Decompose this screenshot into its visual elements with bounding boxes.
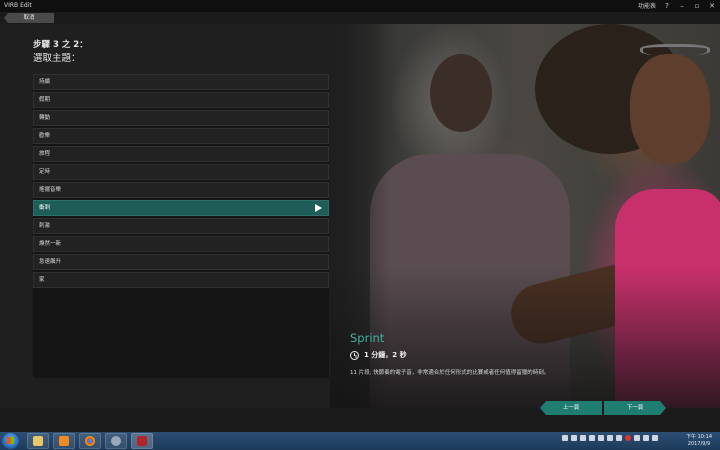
title-bar-controls: 功能表 ? – ▫ ✕ (638, 1, 716, 11)
theme-item[interactable]: 急速飆升 (33, 254, 329, 270)
theme-item[interactable]: 家 (33, 272, 329, 288)
minimize-icon[interactable]: – (678, 2, 686, 10)
theme-item-label: 定時 (39, 169, 51, 175)
cancel-button[interactable]: 取消 (4, 13, 54, 23)
folder-icon (33, 436, 43, 446)
runner-woman-headband (640, 44, 710, 56)
restore-icon[interactable]: ▫ (693, 2, 701, 10)
taskbar-media-player[interactable] (53, 433, 75, 449)
theme-item-label: 家 (39, 277, 45, 283)
network-icon[interactable] (643, 435, 649, 441)
bottom-nav-bar: 上一頁 下一頁 (0, 401, 720, 432)
system-tray (562, 435, 658, 441)
theme-item[interactable]: 轉動 (33, 110, 329, 126)
theme-item[interactable]: 歡樂 (33, 128, 329, 144)
theme-item-label: 急速飆升 (39, 259, 62, 265)
close-icon[interactable]: ✕ (708, 2, 716, 10)
theme-description: 11 片段, 快節奏的電子音，非常適合於任何形式的比賽或者任何值得留獵的時刻。 (350, 370, 550, 376)
taskbar-explorer[interactable] (27, 433, 49, 449)
tray-icon[interactable] (589, 435, 595, 441)
theme-item-label: 持續 (39, 79, 51, 85)
taskbar-app-4[interactable] (105, 433, 127, 449)
theme-item-label: 歡樂 (39, 133, 51, 139)
app-title: VIRB Edit (4, 2, 32, 9)
clock-date: 2017/9/9 (687, 440, 711, 447)
theme-item[interactable]: 衝刺 (33, 200, 329, 216)
main-content: 步驟 3 之 2： 選取主題： 持續假期轉動歡樂旅程定時搖擺音樂衝刺刺激煥然一新… (0, 24, 720, 408)
next-button[interactable]: 下一頁 (604, 401, 666, 415)
theme-title: Sprint (350, 331, 385, 345)
theme-item-label: 煥然一新 (39, 241, 62, 247)
theme-item-label: 旅程 (39, 151, 51, 157)
theme-item[interactable]: 假期 (33, 92, 329, 108)
clock-icon (350, 350, 359, 360)
back-row: 取消 (0, 12, 720, 24)
theme-item-label: 衝刺 (39, 205, 51, 211)
tray-icon[interactable] (616, 435, 622, 441)
theme-item-label: 刺激 (39, 223, 51, 229)
chrome-icon (85, 436, 95, 446)
runner-woman-head (630, 54, 710, 164)
theme-duration: 1 分鐘，2 秒 (350, 350, 407, 360)
theme-item[interactable]: 旅程 (33, 146, 329, 162)
tray-icon[interactable] (598, 435, 604, 441)
step-label: 步驟 3 之 2： (33, 40, 88, 50)
runner-man-head (430, 54, 492, 132)
windows-start-icon[interactable] (2, 433, 19, 449)
taskbar-chrome[interactable] (79, 433, 101, 449)
play-icon[interactable] (315, 204, 322, 212)
duration-text: 1 分鐘，2 秒 (364, 351, 407, 359)
tray-icon[interactable] (634, 435, 640, 441)
help-icon[interactable]: ? (663, 2, 671, 10)
tray-icon[interactable] (562, 435, 568, 441)
theme-item[interactable]: 刺激 (33, 218, 329, 234)
menu-link[interactable]: 功能表 (638, 1, 656, 10)
tray-alert-icon[interactable] (625, 435, 631, 441)
theme-item-label: 搖擺音樂 (39, 187, 62, 193)
step-subtitle: 選取主題： (33, 53, 81, 64)
theme-item[interactable]: 煥然一新 (33, 236, 329, 252)
media-player-icon (59, 436, 69, 446)
theme-item-label: 轉動 (39, 115, 51, 121)
theme-item[interactable]: 定時 (33, 164, 329, 180)
previous-button[interactable]: 上一頁 (540, 401, 602, 415)
volume-icon[interactable] (652, 435, 658, 441)
theme-list: 持續假期轉動歡樂旅程定時搖擺音樂衝刺刺激煥然一新急速飆升家 (33, 74, 329, 378)
windows-taskbar: 下午 10:14 2017/9/9 (0, 432, 720, 450)
virb-edit-icon (137, 436, 147, 446)
photo-bottom-fade (330, 268, 720, 408)
tray-icon[interactable] (607, 435, 613, 441)
app-icon (111, 436, 121, 446)
theme-item[interactable]: 持續 (33, 74, 329, 90)
title-bar: VIRB Edit 功能表 ? – ▫ ✕ (0, 0, 720, 12)
tray-icon[interactable] (571, 435, 577, 441)
app-window: VIRB Edit 功能表 ? – ▫ ✕ 取消 步驟 3 之 2： 選取主題：… (0, 0, 720, 450)
theme-item-label: 假期 (39, 97, 51, 103)
tray-icon[interactable] (580, 435, 586, 441)
clock-time: 下午 10:14 (686, 434, 712, 440)
taskbar-virb-edit[interactable] (131, 433, 153, 449)
taskbar-clock[interactable]: 下午 10:14 2017/9/9 (686, 434, 712, 447)
theme-item[interactable]: 搖擺音樂 (33, 182, 329, 198)
